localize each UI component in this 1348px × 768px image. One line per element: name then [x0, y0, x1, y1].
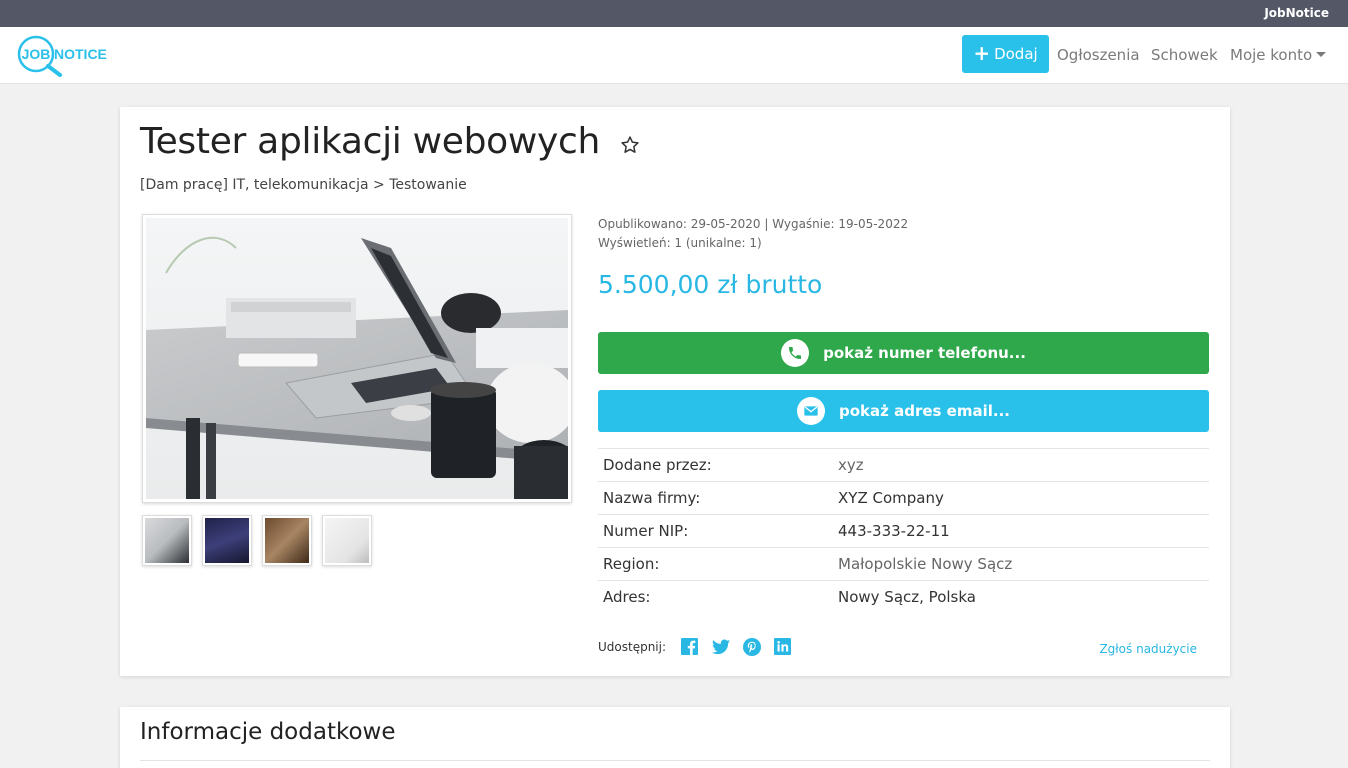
listing-meta: Opublikowano: 29-05-2020 | Wygaśnie: 19-… [598, 215, 908, 253]
detail-key: Region: [598, 547, 833, 581]
report-abuse-link[interactable]: Zgłoś nadużycie [1099, 642, 1197, 656]
thumbnail-1[interactable] [142, 515, 192, 566]
table-row: Adres: Nowy Sącz, Polska [598, 580, 1209, 614]
add-label: Dodaj [994, 45, 1038, 63]
detail-value-nip: 443-333-22-11 [833, 514, 1209, 548]
detail-value-company: XYZ Company [833, 481, 1209, 515]
detail-key: Adres: [598, 580, 833, 614]
add-listing-button[interactable]: + Dodaj [962, 35, 1049, 73]
nav-link-moje-konto-label: Moje konto [1230, 46, 1313, 64]
pinterest-icon[interactable] [742, 637, 761, 656]
star-icon[interactable] [620, 135, 640, 155]
plus-icon: + [973, 41, 991, 65]
published-dates: Opublikowano: 29-05-2020 | Wygaśnie: 19-… [598, 217, 909, 231]
detail-key: Nazwa firmy: [598, 481, 833, 515]
top-bar: JobNotice [0, 0, 1348, 27]
thumbnail-3[interactable] [262, 515, 312, 566]
show-email-button[interactable]: pokaż adres email... [598, 390, 1209, 432]
share-bar: Udostępnij: [598, 637, 792, 656]
nav-link-ogloszenia[interactable]: Ogłoszenia [1057, 46, 1140, 64]
show-phone-button[interactable]: pokaż numer telefonu... [598, 332, 1209, 374]
logo[interactable]: JOB NOTICE [16, 35, 126, 77]
detail-value-region[interactable]: Małopolskie Nowy Sącz [833, 547, 1209, 581]
facebook-icon[interactable] [680, 637, 699, 656]
main-photo[interactable] [142, 214, 576, 503]
detail-value-author[interactable]: xyz [833, 448, 1209, 482]
show-phone-label: pokaż numer telefonu... [823, 344, 1026, 362]
twitter-icon[interactable] [711, 637, 730, 656]
listing-price: 5.500,00 zł brutto [598, 270, 823, 299]
table-row: Region: Małopolskie Nowy Sącz [598, 547, 1209, 581]
thumbnail-4[interactable] [322, 515, 372, 566]
phone-icon [781, 339, 810, 367]
additional-info-card: Informacje dodatkowe [120, 707, 1230, 768]
svg-text:JOB: JOB [22, 46, 51, 62]
nav-link-schowek[interactable]: Schowek [1151, 46, 1218, 64]
show-email-label: pokaż adres email... [839, 402, 1010, 420]
listing-card: Tester aplikacji webowych [Dam pracę] IT… [120, 107, 1230, 676]
share-label: Udostępnij: [598, 639, 667, 654]
top-brand: JobNotice [1264, 6, 1329, 20]
listing-title: Tester aplikacji webowych [140, 121, 601, 162]
table-row: Dodane przez: xyz [598, 448, 1209, 482]
svg-text:NOTICE: NOTICE [54, 46, 107, 62]
details-table: Dodane przez: xyz Nazwa firmy: XYZ Compa… [598, 448, 1209, 614]
detail-value-address: Nowy Sącz, Polska [833, 580, 1209, 614]
breadcrumb[interactable]: [Dam pracę] IT, telekomunikacja > Testow… [140, 177, 467, 193]
logo-graphic: JOB NOTICE [17, 35, 107, 77]
thumbnail-strip [142, 515, 372, 566]
laptop-photo [146, 218, 576, 499]
nav-link-moje-konto[interactable]: Moje konto [1230, 46, 1327, 64]
linkedin-icon[interactable] [773, 637, 792, 656]
navbar: JOB NOTICE + Dodaj Ogłoszenia Schowek Mo… [0, 27, 1348, 84]
detail-key: Dodane przez: [598, 448, 833, 482]
caret-down-icon [1316, 51, 1327, 57]
table-row: Nazwa firmy: XYZ Company [598, 481, 1209, 515]
detail-key: Numer NIP: [598, 514, 833, 548]
section-title: Informacje dodatkowe [140, 719, 396, 745]
thumbnail-2[interactable] [202, 515, 252, 566]
divider [140, 760, 1210, 761]
table-row: Numer NIP: 443-333-22-11 [598, 514, 1209, 548]
view-count: Wyświetleń: 1 (unikalne: 1) [598, 236, 762, 250]
envelope-icon [797, 397, 825, 425]
